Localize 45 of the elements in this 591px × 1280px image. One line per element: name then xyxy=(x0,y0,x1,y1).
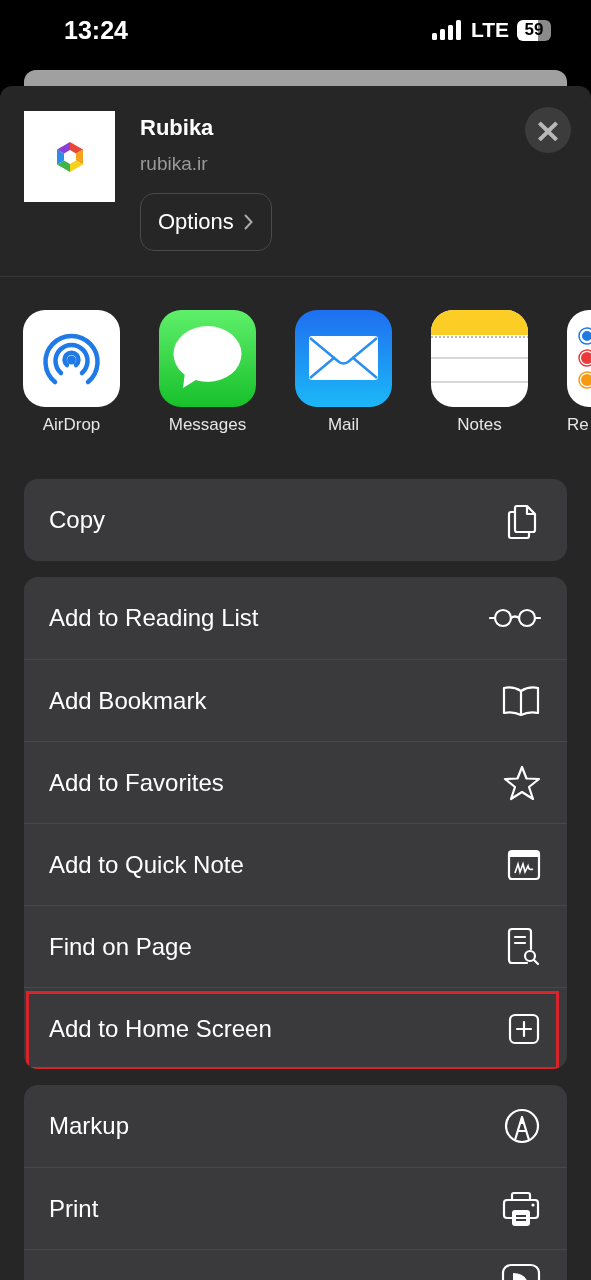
app-label[interactable]: Messages xyxy=(168,415,247,435)
glasses-icon xyxy=(489,607,541,629)
action-label: Copy xyxy=(49,506,106,534)
app-label[interactable]: Notes xyxy=(457,415,502,435)
mail-icon[interactable] xyxy=(295,310,392,407)
action-row[interactable]: Add to Reading List xyxy=(24,577,567,659)
close-button[interactable]: × xyxy=(525,107,571,153)
action-row[interactable]: Markup xyxy=(24,1085,567,1167)
hexagon-logo-icon xyxy=(54,140,85,173)
action-row[interactable]: Copy xyxy=(24,479,567,561)
site-url: rubika.ir xyxy=(140,153,208,175)
find-document-icon xyxy=(505,926,541,967)
action-label: Markup xyxy=(49,1112,130,1140)
action-label: Add to Home Screen xyxy=(49,1014,272,1043)
action-row[interactable]: Find on Page xyxy=(24,905,567,987)
app-label[interactable]: AirDrop xyxy=(42,415,101,435)
notes-icon[interactable] xyxy=(431,310,528,407)
action-row[interactable]: Print xyxy=(24,1167,567,1249)
action-row[interactable]: Add to Quick Note xyxy=(24,823,567,905)
action-label: Add Bookmark xyxy=(49,686,207,715)
markup-pen-icon xyxy=(503,1107,541,1145)
signal-icon xyxy=(431,20,463,40)
star-icon xyxy=(503,764,541,801)
messages-icon[interactable] xyxy=(159,310,256,407)
app-label[interactable]: Re xyxy=(567,415,589,435)
battery-level: 59 xyxy=(517,19,551,41)
action-label: Add to Reading List xyxy=(49,604,259,632)
airdrop-icon[interactable] xyxy=(23,310,120,407)
site-title: Rubika xyxy=(140,115,214,141)
options-button[interactable]: Options xyxy=(140,193,272,251)
network-type: LTE xyxy=(470,18,509,42)
book-icon xyxy=(501,684,541,717)
add-square-icon xyxy=(507,1011,541,1046)
clock: 13:24 xyxy=(64,15,129,46)
app-label[interactable]: Mail xyxy=(327,415,360,435)
action-row[interactable]: Add Bookmark xyxy=(24,659,567,741)
action-label: Add to Quick Note xyxy=(49,850,244,879)
chevron-icon xyxy=(243,214,253,230)
action-label: Find on Page xyxy=(49,932,192,961)
action-label: Print xyxy=(49,1194,99,1223)
action-label: Add to Favorites xyxy=(49,768,224,797)
printer-icon xyxy=(501,1189,541,1228)
quick-note-icon xyxy=(507,848,541,881)
action-row[interactable]: Add to Home Screen xyxy=(24,987,567,1069)
action-row[interactable]: Add to Favorites xyxy=(24,741,567,823)
